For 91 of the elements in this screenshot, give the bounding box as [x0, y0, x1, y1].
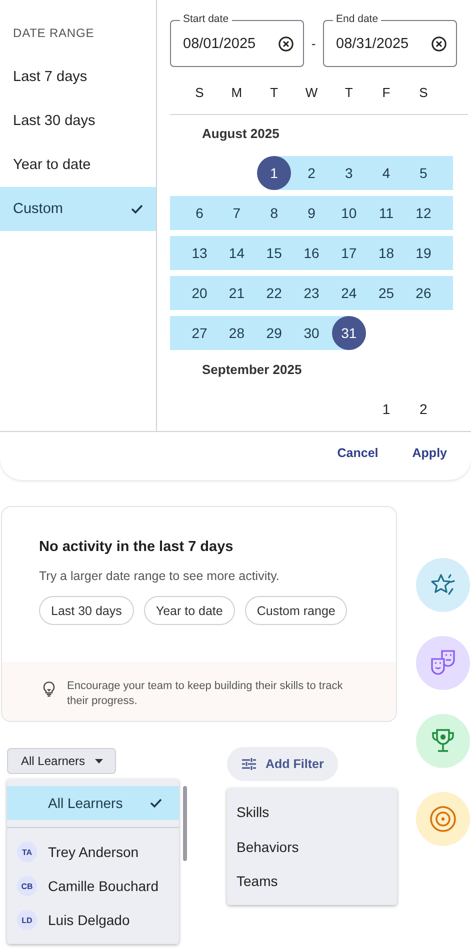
field-value: 08/31/2025 [336, 36, 409, 52]
weekday-label: S [418, 85, 429, 102]
calendar-day[interactable]: 25 [368, 276, 405, 310]
lightbulb-icon [42, 681, 56, 697]
scrollbar[interactable] [182, 786, 186, 861]
learner-option[interactable]: TA Trey Anderson [7, 835, 178, 869]
calendar-day[interactable]: 17 [330, 236, 368, 270]
weekday-label: S [194, 85, 205, 102]
initials-avatar: CB [17, 876, 37, 896]
empty-title: No activity in the last 7 days [39, 539, 234, 555]
check-icon [150, 798, 162, 808]
calendar-day[interactable]: 7 [218, 196, 256, 230]
action-button[interactable]: Apply [412, 446, 447, 460]
calendar-day[interactable]: 27 [170, 316, 218, 350]
calendar-day[interactable]: 5 [404, 156, 453, 190]
masks-icon [429, 649, 457, 677]
add-filter-button[interactable]: Add Filter [226, 747, 338, 781]
tip-text: Encourage your team to keep building their skills to track their progress. [67, 679, 344, 709]
sliders-icon [242, 758, 256, 770]
calendar-day[interactable]: 19 [404, 236, 453, 270]
star-icon [430, 573, 456, 597]
learner-dropdown[interactable]: All Learners [7, 748, 116, 774]
preset-option[interactable]: Custom [0, 187, 156, 231]
month-title: September 2025 [201, 362, 303, 379]
calendar-day[interactable]: 11 [368, 196, 405, 230]
month-title: August 2025 [201, 126, 280, 143]
calendar-day[interactable]: 16 [292, 236, 330, 270]
weekday-label: W [304, 85, 319, 102]
calendar-day[interactable]: 23 [292, 276, 330, 310]
selected-day[interactable]: 1 [257, 156, 292, 190]
calendar-day[interactable]: 22 [255, 276, 293, 310]
calendar-day[interactable]: 3 [330, 156, 368, 190]
filter-option[interactable]: Teams [226, 864, 397, 898]
calendar-day[interactable]: 8 [255, 196, 293, 230]
calendar-day[interactable]: 24 [330, 276, 368, 310]
initials-avatar: LD [17, 910, 37, 930]
calendar-day[interactable]: 29 [255, 316, 293, 350]
calendar-day[interactable]: 14 [218, 236, 256, 270]
trophy-icon [431, 728, 455, 754]
preset-option[interactable]: Year to date [0, 143, 156, 187]
preset-option[interactable]: Last 7 days [0, 55, 156, 99]
learner-option[interactable]: LD Luis Delgado [7, 903, 178, 937]
option-label: All Learners [48, 795, 124, 811]
field-value: 08/01/2025 [183, 36, 256, 52]
calendar-day[interactable]: 30 [292, 316, 330, 350]
option-label: Camille Bouchard [48, 878, 160, 894]
calendar-day[interactable]: 20 [170, 276, 218, 310]
date-field[interactable]: End date 08/31/2025 [323, 13, 457, 67]
weekday-label: M [230, 85, 244, 102]
calendar-day[interactable]: 15 [255, 236, 293, 270]
calendar-day[interactable]: 4 [368, 156, 405, 190]
calendar-day[interactable]: 6 [170, 196, 218, 230]
option-label: Trey Anderson [48, 844, 140, 860]
calendar-day[interactable]: 1 [368, 392, 405, 426]
learner-option[interactable]: CB Camille Bouchard [7, 869, 178, 903]
date-field[interactable]: Start date 08/01/2025 [170, 13, 304, 67]
selected-day[interactable]: 31 [332, 316, 366, 350]
star-badge[interactable] [416, 558, 470, 612]
initials-avatar: TA [17, 842, 37, 862]
section-heading: DATE RANGE [12, 25, 96, 42]
trophy-badge[interactable] [416, 714, 470, 768]
calendar-day[interactable]: 12 [404, 196, 453, 230]
range-separator: - [310, 36, 317, 51]
calendar-day[interactable]: 2 [404, 392, 453, 426]
target-icon [429, 805, 457, 833]
option-label: Luis Delgado [48, 912, 131, 928]
range-chip[interactable]: Custom range [244, 596, 348, 625]
action-button[interactable]: Cancel [337, 446, 378, 460]
calendar-day[interactable]: 2 [292, 156, 330, 190]
calendar-day[interactable]: 18 [368, 236, 405, 270]
calendar-day[interactable]: 9 [292, 196, 330, 230]
filter-option[interactable]: Skills [226, 795, 397, 830]
calendar-day[interactable]: 28 [218, 316, 256, 350]
calendar-day[interactable]: 26 [404, 276, 453, 310]
target-badge[interactable] [416, 792, 470, 846]
caret-icon [95, 758, 104, 764]
clear-icon[interactable] [431, 36, 447, 52]
check-icon [131, 204, 143, 214]
weekday-label: F [381, 85, 392, 102]
empty-message: Try a larger date range to see more activity. [39, 569, 280, 583]
preset-option[interactable]: Last 30 days [0, 99, 156, 143]
calendar-day[interactable]: 10 [330, 196, 368, 230]
calendar-day[interactable]: 21 [218, 276, 256, 310]
filter-option[interactable]: Behaviors [226, 830, 397, 864]
weekday-label: T [344, 85, 354, 102]
range-chip[interactable]: Year to date [144, 596, 235, 625]
range-chip[interactable]: Last 30 days [39, 596, 134, 625]
weekday-label: T [269, 85, 280, 102]
clear-icon[interactable] [278, 36, 294, 52]
learner-option[interactable]: All Learners [7, 786, 178, 820]
calendar-day[interactable]: 13 [170, 236, 218, 270]
